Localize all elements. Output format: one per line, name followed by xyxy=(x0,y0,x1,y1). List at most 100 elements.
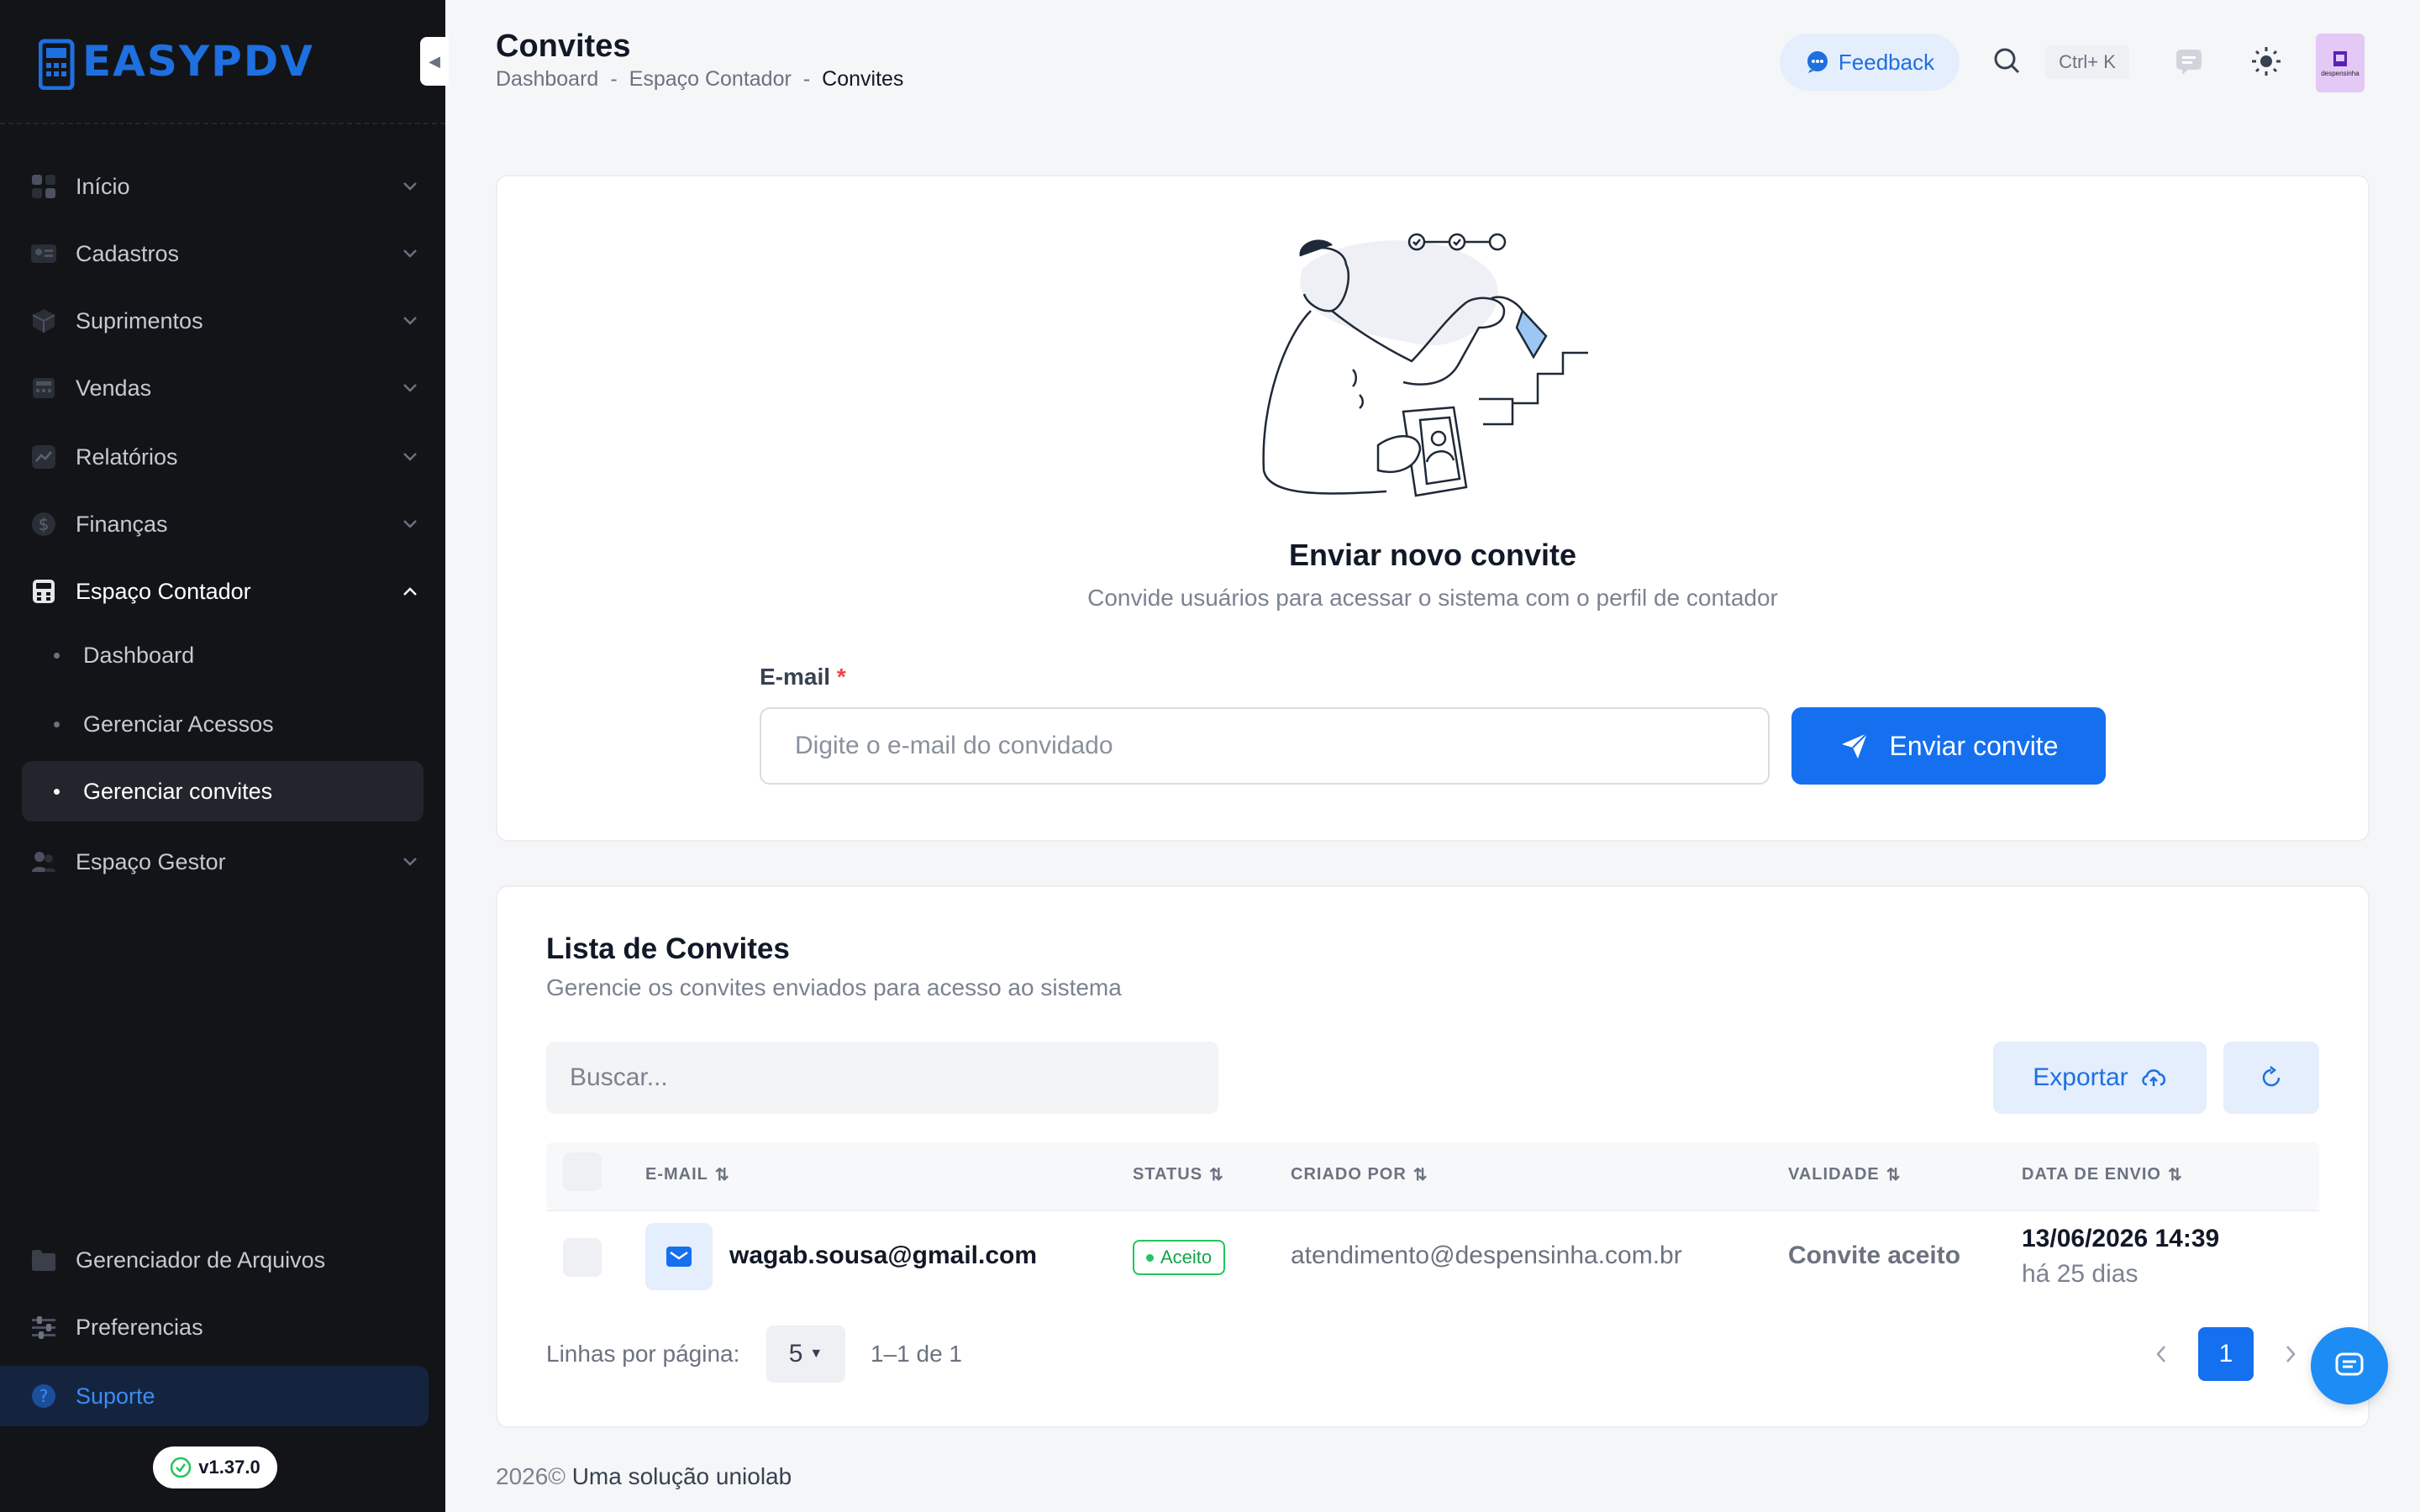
sidebar-item-label: Preferencias xyxy=(76,1314,203,1340)
cloud-upload-icon xyxy=(2141,1069,2165,1086)
search-icon[interactable] xyxy=(1986,40,2028,82)
sort-icon: ⇅ xyxy=(2167,1166,2183,1184)
sidebar-divider xyxy=(0,123,445,124)
column-header-validade[interactable]: VALIDADE ⇅ xyxy=(1788,1164,1902,1185)
check-circle-icon xyxy=(171,1457,192,1478)
row-validity: Convite aceito xyxy=(1788,1242,1961,1269)
footer-year: 2026© xyxy=(496,1463,566,1489)
sidebar-item-inicio[interactable]: Início xyxy=(22,156,427,217)
breadcrumb-item[interactable]: Espaço Contador xyxy=(629,67,792,92)
sidebar-item-label: Início xyxy=(76,173,130,199)
sidebar: EASYPDV Início Cadastros Suprimentos Ven… xyxy=(0,0,445,1512)
column-header-email[interactable]: E-MAIL ⇅ xyxy=(645,1164,730,1185)
box-icon xyxy=(29,306,59,336)
collapse-sidebar-button[interactable]: ◀ xyxy=(420,37,449,86)
sidebar-item-gerenciador-arquivos[interactable]: Gerenciador de Arquivos xyxy=(22,1230,427,1290)
search-input[interactable] xyxy=(546,1042,1218,1114)
status-dot xyxy=(1146,1253,1154,1262)
send-invite-button[interactable]: Enviar convite xyxy=(1791,707,2106,785)
caret-down-icon: ▼ xyxy=(809,1347,823,1361)
sidebar-item-financas[interactable]: $ Finanças xyxy=(22,494,427,554)
sidebar-item-espaco-contador[interactable]: Espaço Contador xyxy=(22,561,427,622)
export-label: Exportar xyxy=(2033,1063,2128,1091)
sidebar-item-preferencias[interactable]: Preferencias xyxy=(22,1297,427,1357)
export-button[interactable]: Exportar xyxy=(1993,1042,2207,1114)
sort-icon: ⇅ xyxy=(1413,1166,1428,1184)
email-label: E-mail * xyxy=(760,664,846,690)
help-icon: ? xyxy=(29,1381,59,1411)
chevron-down-icon xyxy=(398,181,422,192)
sidebar-item-relatorios[interactable]: Relatórios xyxy=(22,427,427,487)
sort-icon: ⇅ xyxy=(1209,1166,1224,1184)
calculator-icon xyxy=(29,576,59,606)
invite-illustration xyxy=(1262,233,1588,497)
search-shortcut: Ctrl+ K xyxy=(2045,45,2129,79)
sidebar-subitem-gerenciar-convites[interactable]: Gerenciar convites xyxy=(22,761,424,822)
rows-per-page-label: Linhas por página: xyxy=(546,1341,740,1367)
register-icon xyxy=(29,373,59,403)
chevron-down-icon xyxy=(398,857,422,867)
column-label: STATUS xyxy=(1133,1165,1203,1184)
required-mark: * xyxy=(836,664,846,690)
sidebar-item-cadastros[interactable]: Cadastros xyxy=(22,223,427,284)
column-header-criado-por[interactable]: CRIADO POR ⇅ xyxy=(1291,1164,1428,1185)
bullet xyxy=(54,652,60,659)
chevron-down-icon xyxy=(398,316,422,326)
refresh-button[interactable] xyxy=(2223,1042,2319,1114)
sidebar-item-label: Finanças xyxy=(76,511,168,537)
email-label-text: E-mail xyxy=(760,664,831,690)
sidebar-subitem-gerenciar-acessos[interactable]: Gerenciar Acessos xyxy=(22,694,424,754)
refresh-icon xyxy=(2262,1066,2281,1087)
column-header-data-envio[interactable]: DATA DE ENVIO ⇅ xyxy=(2022,1164,2183,1185)
pos-terminal-icon xyxy=(39,39,75,90)
pagination-range: 1–1 de 1 xyxy=(871,1341,962,1367)
prev-page-button[interactable] xyxy=(2146,1336,2176,1373)
sidebar-subitem-label: Dashboard xyxy=(83,642,195,668)
column-label: CRIADO POR xyxy=(1291,1165,1407,1184)
sidebar-item-label: Suporte xyxy=(76,1383,155,1409)
sidebar-subitem-dashboard[interactable]: Dashboard xyxy=(22,625,424,685)
sort-icon: ⇅ xyxy=(1886,1166,1902,1184)
breadcrumb: Dashboard - Espaço Contador - Convites xyxy=(496,67,903,92)
status-badge: Aceito xyxy=(1133,1240,1226,1275)
chevron-down-icon xyxy=(398,249,422,259)
chat-icon xyxy=(2335,1352,2364,1376)
select-all-checkbox[interactable] xyxy=(563,1152,602,1191)
rows-per-page-select[interactable]: 5 ▼ xyxy=(766,1326,845,1383)
sidebar-item-label: Relatórios xyxy=(76,444,178,470)
table-divider xyxy=(546,1210,2319,1211)
sidebar-item-label: Espaço Gestor xyxy=(76,848,226,874)
logo[interactable]: EASYPDV xyxy=(39,30,314,92)
chevron-left-icon: ◀ xyxy=(429,52,440,70)
chevron-down-icon xyxy=(398,383,422,393)
sidebar-item-suporte[interactable]: ? Suporte xyxy=(0,1366,429,1426)
people-icon xyxy=(29,847,59,877)
avatar[interactable]: despensinha xyxy=(2316,34,2365,92)
page-1-button[interactable]: 1 xyxy=(2198,1327,2254,1381)
sidebar-item-suprimentos[interactable]: Suprimentos xyxy=(22,291,427,351)
feedback-button[interactable]: Feedback xyxy=(1780,34,1960,91)
svg-text:$: $ xyxy=(39,514,50,534)
sidebar-item-espaco-gestor[interactable]: Espaço Gestor xyxy=(22,832,427,892)
folder-icon xyxy=(29,1245,59,1275)
invite-subtitle: Convide usuários para acessar o sistema … xyxy=(1087,585,1778,611)
sidebar-item-vendas[interactable]: Vendas xyxy=(22,358,427,418)
row-checkbox[interactable] xyxy=(563,1238,602,1277)
column-header-status[interactable]: STATUS ⇅ xyxy=(1133,1164,1224,1185)
footer-brand[interactable]: Uma solução uniolab xyxy=(572,1463,792,1489)
next-page-button[interactable] xyxy=(2275,1336,2306,1373)
chat-button[interactable] xyxy=(2311,1327,2388,1404)
breadcrumb-separator: - xyxy=(610,67,618,91)
theme-toggle-icon[interactable] xyxy=(2245,40,2287,82)
breadcrumb-item[interactable]: Dashboard xyxy=(496,67,598,92)
sliders-icon xyxy=(29,1312,59,1342)
breadcrumb-current: Convites xyxy=(822,67,904,91)
row-sent-relative: há 25 dias xyxy=(2022,1260,2139,1288)
notification-icon[interactable] xyxy=(2168,40,2210,82)
chevron-down-icon xyxy=(398,519,422,529)
column-label: VALIDADE xyxy=(1788,1165,1880,1184)
email-input[interactable] xyxy=(760,707,1770,785)
page-title: Convites xyxy=(496,29,631,64)
grid-icon xyxy=(29,171,59,202)
row-email[interactable]: wagab.sousa@gmail.com xyxy=(729,1242,1037,1270)
